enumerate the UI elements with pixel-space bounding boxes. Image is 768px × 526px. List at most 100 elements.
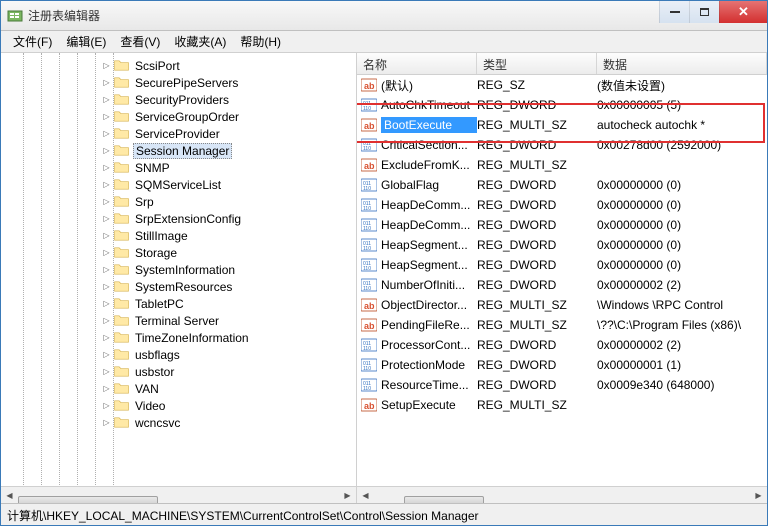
maximize-button[interactable] <box>689 1 719 23</box>
expander-icon[interactable]: ▷ <box>101 281 112 292</box>
list-row[interactable]: HeapDeComm...REG_DWORD0x00000000 (0) <box>357 195 767 215</box>
list-row[interactable]: ObjectDirector...REG_MULTI_SZ\Windows \R… <box>357 295 767 315</box>
list-row[interactable]: ProcessorCont...REG_DWORD0x00000002 (2) <box>357 335 767 355</box>
folder-icon <box>114 59 130 72</box>
list-row[interactable]: ExcludeFromK...REG_MULTI_SZ <box>357 155 767 175</box>
expander-icon[interactable]: ▷ <box>101 400 112 411</box>
menu-favorites[interactable]: 收藏夹(A) <box>168 31 232 52</box>
tree-item[interactable]: ▷SrpExtensionConfig <box>101 210 251 227</box>
tree-item-label: VAN <box>133 382 161 396</box>
list-row[interactable]: HeapSegment...REG_DWORD0x00000000 (0) <box>357 235 767 255</box>
column-data[interactable]: 数据 <box>597 53 767 74</box>
tree-scroll-right[interactable]: ▶ <box>339 487 356 504</box>
folder-icon <box>114 263 130 276</box>
expander-icon[interactable]: ▷ <box>101 179 112 190</box>
list-row[interactable]: SetupExecuteREG_MULTI_SZ <box>357 395 767 415</box>
statusbar: 计算机\HKEY_LOCAL_MACHINE\SYSTEM\CurrentCon… <box>1 503 767 525</box>
tree-item-label: SystemInformation <box>133 263 237 277</box>
list-row[interactable]: CriticalSection...REG_DWORD0x00278d00 (2… <box>357 135 767 155</box>
menu-view[interactable]: 查看(V) <box>114 31 166 52</box>
tree-item-label: TimeZoneInformation <box>133 331 251 345</box>
expander-icon[interactable]: ▷ <box>101 128 112 139</box>
expander-icon[interactable]: ▷ <box>101 332 112 343</box>
tree-item[interactable]: ▷Session Manager <box>101 142 251 159</box>
expander-icon[interactable]: ▷ <box>101 230 112 241</box>
value-type: REG_DWORD <box>477 258 597 272</box>
list-row[interactable]: (默认)REG_SZ(数值未设置) <box>357 75 767 95</box>
tree-item[interactable]: ▷wcncsvc <box>101 414 251 431</box>
tree-item[interactable]: ▷SystemResources <box>101 278 251 295</box>
expander-icon[interactable]: ▷ <box>101 196 112 207</box>
tree-item-label: ScsiPort <box>133 59 182 73</box>
list-scroll-thumb[interactable] <box>404 496 484 503</box>
menu-file[interactable]: 文件(F) <box>7 31 58 52</box>
list-body[interactable]: (默认)REG_SZ(数值未设置)AutoChkTimeoutREG_DWORD… <box>357 75 767 486</box>
expander-icon[interactable]: ▷ <box>101 111 112 122</box>
expander-icon[interactable]: ▷ <box>101 383 112 394</box>
tree-item[interactable]: ▷ SystemInformation <box>101 261 251 278</box>
list-row[interactable]: ProtectionModeREG_DWORD0x00000001 (1) <box>357 355 767 375</box>
tree-item[interactable]: ▷ServiceGroupOrder <box>101 108 251 125</box>
folder-icon <box>114 416 130 429</box>
tree-item[interactable]: ▷TabletPC <box>101 295 251 312</box>
list-scroll-left[interactable]: ◀ <box>357 487 374 504</box>
value-type: REG_DWORD <box>477 178 597 192</box>
list-row[interactable]: PendingFileRe...REG_MULTI_SZ\??\C:\Progr… <box>357 315 767 335</box>
tree-item[interactable]: ▷ ScsiPort <box>101 57 251 74</box>
minimize-button[interactable] <box>659 1 689 23</box>
expander-icon[interactable]: ▷ <box>101 315 112 326</box>
tree-item[interactable]: ▷SQMServiceList <box>101 176 251 193</box>
tree-scroll-thumb[interactable] <box>18 496 158 503</box>
list-scroll-right[interactable]: ▶ <box>750 487 767 504</box>
tree-item[interactable]: ▷SecurityProviders <box>101 91 251 108</box>
expander-icon[interactable]: ▷ <box>101 213 112 224</box>
expander-icon[interactable]: ▷ <box>101 60 112 71</box>
tree-item[interactable]: ▷ Video <box>101 397 251 414</box>
expander-icon[interactable]: ▷ <box>101 264 112 275</box>
tree-item[interactable]: ▷ TimeZoneInformation <box>101 329 251 346</box>
tree-item-label: Video <box>133 399 167 413</box>
expander-icon[interactable]: ▷ <box>101 162 112 173</box>
dword-value-icon <box>361 217 377 233</box>
tree-item[interactable]: ▷ VAN <box>101 380 251 397</box>
expander-icon[interactable]: ▷ <box>101 247 112 258</box>
column-type[interactable]: 类型 <box>477 53 597 74</box>
value-data: 0x00000000 (0) <box>597 238 767 252</box>
close-button[interactable]: ✕ <box>719 1 767 23</box>
dword-value-icon <box>361 137 377 153</box>
expander-icon[interactable]: ▷ <box>101 417 112 428</box>
column-name[interactable]: 名称 <box>357 53 477 74</box>
tree-item[interactable]: ▷Storage <box>101 244 251 261</box>
list-row[interactable]: BootExecuteREG_MULTI_SZautocheck autochk… <box>357 115 767 135</box>
tree-item[interactable]: ▷SNMP <box>101 159 251 176</box>
expander-icon[interactable]: ▷ <box>101 145 112 156</box>
string-value-icon <box>361 77 377 93</box>
list-row[interactable]: ResourceTime...REG_DWORD0x0009e340 (6480… <box>357 375 767 395</box>
tree-item[interactable]: ▷Srp <box>101 193 251 210</box>
expander-icon[interactable]: ▷ <box>101 298 112 309</box>
value-data: 0x00000001 (1) <box>597 358 767 372</box>
tree-item[interactable]: ▷ServiceProvider <box>101 125 251 142</box>
tree-item[interactable]: ▷StillImage <box>101 227 251 244</box>
list-row[interactable]: AutoChkTimeoutREG_DWORD0x00000005 (5) <box>357 95 767 115</box>
value-data: (数值未设置) <box>597 77 767 94</box>
expander-icon[interactable]: ▷ <box>101 77 112 88</box>
tree-scroll-left[interactable]: ◀ <box>1 487 18 504</box>
expander-icon[interactable]: ▷ <box>101 94 112 105</box>
expander-icon[interactable]: ▷ <box>101 349 112 360</box>
tree-item[interactable]: ▷usbstor <box>101 363 251 380</box>
menu-help[interactable]: 帮助(H) <box>234 31 287 52</box>
list-row[interactable]: HeapSegment...REG_DWORD0x00000000 (0) <box>357 255 767 275</box>
tree-item[interactable]: ▷usbflags <box>101 346 251 363</box>
tree-item[interactable]: ▷Terminal Server <box>101 312 251 329</box>
tree-pane[interactable]: ▷ ScsiPort▷SecurePipeServers▷SecurityProv… <box>1 53 357 503</box>
menu-edit[interactable]: 编辑(E) <box>60 31 112 52</box>
value-data: 0x00000002 (2) <box>597 338 767 352</box>
list-pane: 名称 类型 数据 (默认)REG_SZ(数值未设置)AutoChkTimeout… <box>357 53 767 503</box>
list-row[interactable]: GlobalFlagREG_DWORD0x00000000 (0) <box>357 175 767 195</box>
tree-item[interactable]: ▷SecurePipeServers <box>101 74 251 91</box>
expander-icon[interactable]: ▷ <box>101 366 112 377</box>
folder-icon <box>114 382 130 395</box>
list-row[interactable]: NumberOfIniti...REG_DWORD0x00000002 (2) <box>357 275 767 295</box>
list-row[interactable]: HeapDeComm...REG_DWORD0x00000000 (0) <box>357 215 767 235</box>
